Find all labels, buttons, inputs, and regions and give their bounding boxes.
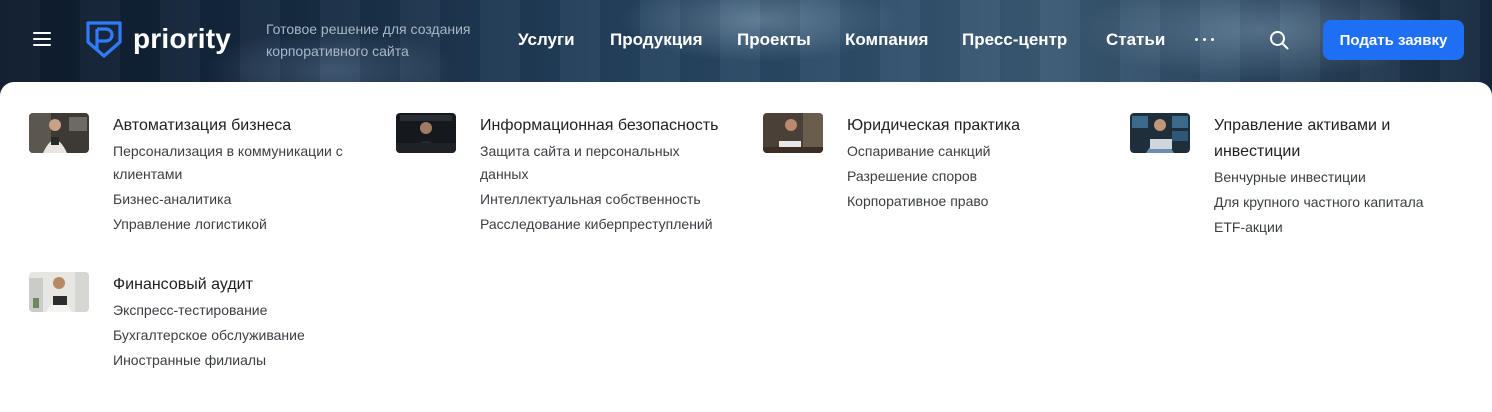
category-title[interactable]: Юридическая практика bbox=[847, 113, 1097, 139]
category-link[interactable]: Защита сайта и персональных данных bbox=[480, 140, 730, 186]
submit-request-button[interactable]: Подать заявку bbox=[1323, 20, 1464, 60]
category-link[interactable]: Персонализация в коммуникации с клиентам… bbox=[113, 140, 363, 186]
nav-item-company[interactable]: Компания bbox=[845, 30, 928, 50]
logo[interactable]: priority bbox=[85, 20, 231, 58]
category-link[interactable]: Для крупного частного капитала bbox=[1214, 191, 1464, 214]
category-link[interactable]: Корпоративное право bbox=[847, 190, 1097, 213]
category-link[interactable]: Венчурные инвестиции bbox=[1214, 166, 1464, 189]
category-link[interactable]: Иностранные филиалы bbox=[113, 349, 363, 372]
category-link[interactable]: Оспаривание санкций bbox=[847, 140, 1097, 163]
nav-item-press-center[interactable]: Пресс-центр bbox=[962, 30, 1067, 50]
tagline: Готовое решение для создания корпоративн… bbox=[266, 21, 471, 59]
category-title[interactable]: Автоматизация бизнеса bbox=[113, 113, 363, 139]
category-link[interactable]: Бизнес-аналитика bbox=[113, 188, 363, 211]
nav-item-services[interactable]: Услуги bbox=[518, 30, 575, 50]
logo-mark-icon bbox=[86, 21, 122, 58]
category-title[interactable]: Управление активами и инвестиции bbox=[1214, 113, 1464, 165]
mega-menu-panel: Автоматизация бизнеса Персонализация в к… bbox=[0, 82, 1492, 412]
category-link[interactable]: ETF-акции bbox=[1214, 216, 1464, 239]
hamburger-menu-icon[interactable] bbox=[33, 30, 51, 46]
logo-text: priority bbox=[133, 23, 232, 54]
nav-item-projects[interactable]: Проекты bbox=[737, 30, 811, 50]
site-header: priority Готовое решение для создания ко… bbox=[0, 0, 1492, 90]
nav-item-articles[interactable]: Статьи bbox=[1106, 30, 1165, 50]
search-icon[interactable] bbox=[1269, 30, 1289, 50]
category-title[interactable]: Информационная безопасность bbox=[480, 113, 730, 139]
category-thumbnail bbox=[29, 272, 89, 312]
category-link[interactable]: Бухгалтерское обслуживание bbox=[113, 324, 363, 347]
category-link[interactable]: Экспресс-тестирование bbox=[113, 299, 363, 322]
category-title[interactable]: Финансовый аудит bbox=[113, 272, 363, 298]
category-link[interactable]: Расследование киберпреступлений bbox=[480, 213, 730, 236]
category-link[interactable]: Интеллектуальная собственность bbox=[480, 188, 730, 211]
category-thumbnail bbox=[396, 113, 456, 153]
category-link[interactable]: Управление логистикой bbox=[113, 213, 363, 236]
ellipsis-icon[interactable] bbox=[1195, 38, 1214, 41]
category-thumbnail bbox=[29, 113, 89, 153]
nav-item-products[interactable]: Продукция bbox=[610, 30, 703, 50]
category-thumbnail bbox=[1130, 113, 1190, 153]
category-thumbnail bbox=[763, 113, 823, 153]
category-link[interactable]: Разрешение споров bbox=[847, 165, 1097, 188]
